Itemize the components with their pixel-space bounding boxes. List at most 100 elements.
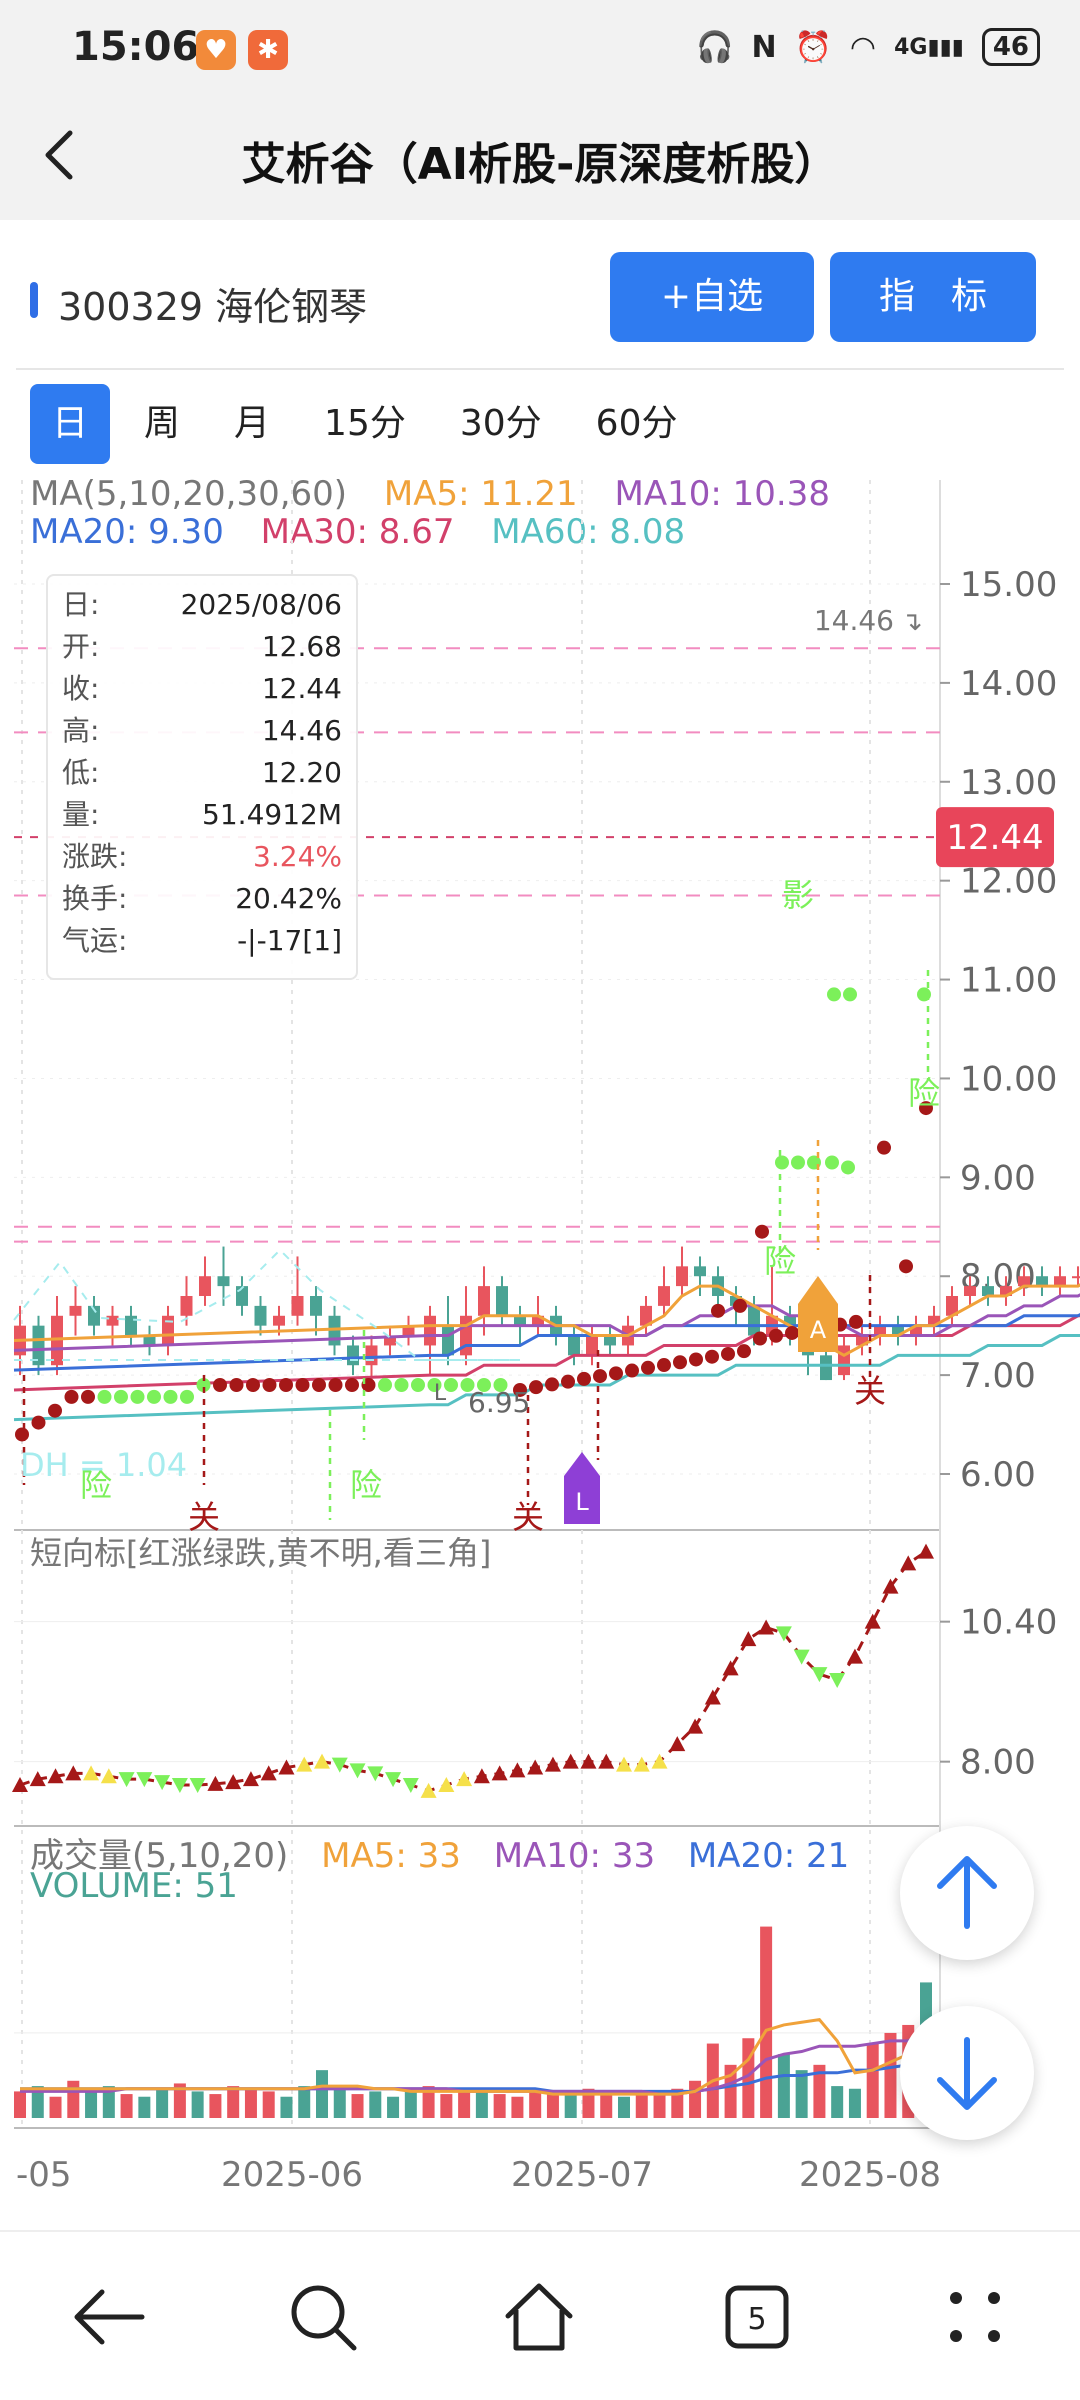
signal-dot <box>97 1389 112 1404</box>
signal-dot <box>345 1378 359 1392</box>
add-watchlist-button[interactable]: +自选 <box>610 252 814 342</box>
nav-search-button[interactable] <box>278 2272 368 2362</box>
volume-bar <box>866 2043 879 2118</box>
early-candle <box>217 1276 230 1287</box>
volume-bar <box>138 2096 151 2118</box>
volume-ma20-legend: MA20: 21 <box>687 1836 850 1876</box>
heart-app-icon: ♥ <box>196 30 236 70</box>
tab-week[interactable]: 周 <box>124 384 200 464</box>
l-marker-label: L <box>575 1488 589 1516</box>
indicator-triangle <box>473 1768 490 1784</box>
candle <box>442 1325 454 1356</box>
headphones-icon: 🎧 <box>696 29 734 65</box>
early-candle <box>347 1345 359 1366</box>
signal-dot <box>827 987 841 1002</box>
battery-icon: 46 <box>981 28 1040 66</box>
info-value: 14.46 <box>261 714 342 747</box>
stock-name: 300329 海伦钢琴 <box>58 285 368 329</box>
status-time: 15:06 <box>72 24 200 70</box>
candle <box>964 1286 976 1296</box>
info-row: 换手: 20.42% <box>62 878 342 920</box>
signal-dot <box>769 1328 783 1343</box>
signal-dot <box>545 1377 559 1392</box>
info-key: 收: <box>62 672 100 705</box>
signal-dot <box>609 1366 623 1381</box>
signal-dot <box>755 1224 769 1239</box>
signal-dot <box>48 1403 62 1418</box>
info-key: 低: <box>62 756 100 789</box>
high-price-label: 14.46 <box>814 604 894 637</box>
signal-annotation: 险 <box>908 1074 940 1112</box>
signal-dot <box>825 1155 839 1170</box>
signal-dot <box>163 1389 178 1404</box>
info-value: 3.24% <box>253 840 342 873</box>
status-icons: 🎧 N ⏰ ◠ 4G▮▮▮ 46 <box>696 28 1040 66</box>
signal-dot <box>689 1352 703 1367</box>
info-value: 12.68 <box>261 630 342 663</box>
candle <box>424 1315 436 1346</box>
signal-dot <box>64 1389 79 1404</box>
tab-15min[interactable]: 15分 <box>304 384 426 464</box>
info-key: 日: <box>62 588 100 621</box>
tab-60min[interactable]: 60分 <box>576 384 698 464</box>
signal-dot <box>246 1378 260 1392</box>
volume-bar <box>458 2088 471 2118</box>
candle <box>658 1286 670 1306</box>
tab-30min[interactable]: 30分 <box>440 384 562 464</box>
signal-dot <box>561 1374 575 1389</box>
volume-bar <box>511 2096 524 2118</box>
x-label-may: -05 <box>16 2155 72 2195</box>
tab-month[interactable]: 月 <box>214 384 290 464</box>
nav-back-button[interactable] <box>64 2272 154 2362</box>
signal-dot <box>737 1344 751 1359</box>
volume-bar <box>600 2094 613 2118</box>
dh-label: DH = 1.04 <box>20 1446 187 1484</box>
indicator-button[interactable]: 指 标 <box>830 252 1036 342</box>
nav-menu-button[interactable] <box>930 2272 1020 2362</box>
tabs-icon: 5 <box>725 2285 789 2349</box>
signal-dot <box>394 1378 409 1392</box>
volume-bar <box>795 2070 808 2118</box>
info-row: 气运: -|-17[1] <box>62 920 342 962</box>
info-value: 51.4912M <box>202 798 342 831</box>
period-tabs: 日 周 月 15分 30分 60分 <box>30 384 711 464</box>
signal-dot <box>411 1378 425 1392</box>
candle <box>838 1345 850 1376</box>
early-candle <box>125 1315 137 1336</box>
volume-bar <box>67 2080 80 2118</box>
volume-bar <box>777 2054 790 2118</box>
info-key: 换手: <box>62 882 128 915</box>
signal-dot <box>147 1389 161 1404</box>
nav-home-button[interactable] <box>494 2272 584 2362</box>
running-app-icon: ✱ <box>248 30 288 70</box>
info-key: 量: <box>62 798 100 831</box>
volume-bar <box>14 2091 26 2118</box>
alarm-icon: ⏰ <box>794 29 832 65</box>
early-candle <box>365 1345 378 1366</box>
wifi-icon: ◠ <box>849 29 877 65</box>
signal-annotation: 险 <box>764 1242 796 1280</box>
scroll-up-button[interactable] <box>900 1826 1034 1960</box>
volume-bar <box>831 2086 844 2118</box>
candle <box>748 1305 760 1336</box>
volume-bar <box>475 2091 488 2118</box>
indicator-triangle <box>633 1756 650 1772</box>
short-indicator-line <box>19 1550 927 1793</box>
x-label-july: 2025-07 <box>511 2155 653 2195</box>
signal-dot <box>114 1389 128 1404</box>
stock-marker <box>30 282 38 318</box>
x-label-august: 2025-08 <box>799 2155 941 2195</box>
price-tick-label: 13.00 <box>960 763 1057 803</box>
signal-dot <box>775 1155 789 1170</box>
early-candle <box>254 1305 267 1326</box>
nav-tabs-button[interactable]: 5 <box>712 2272 802 2362</box>
tab-day[interactable]: 日 <box>30 384 111 464</box>
signal-dot <box>721 1346 735 1361</box>
signal-dot <box>295 1378 310 1392</box>
volume-bar <box>884 2032 897 2118</box>
signal-dot <box>849 1314 863 1329</box>
arrow-left-icon <box>74 2289 145 2345</box>
signal-dot <box>15 1427 29 1442</box>
signal-dot <box>130 1389 145 1404</box>
scroll-down-button[interactable] <box>900 2006 1034 2140</box>
